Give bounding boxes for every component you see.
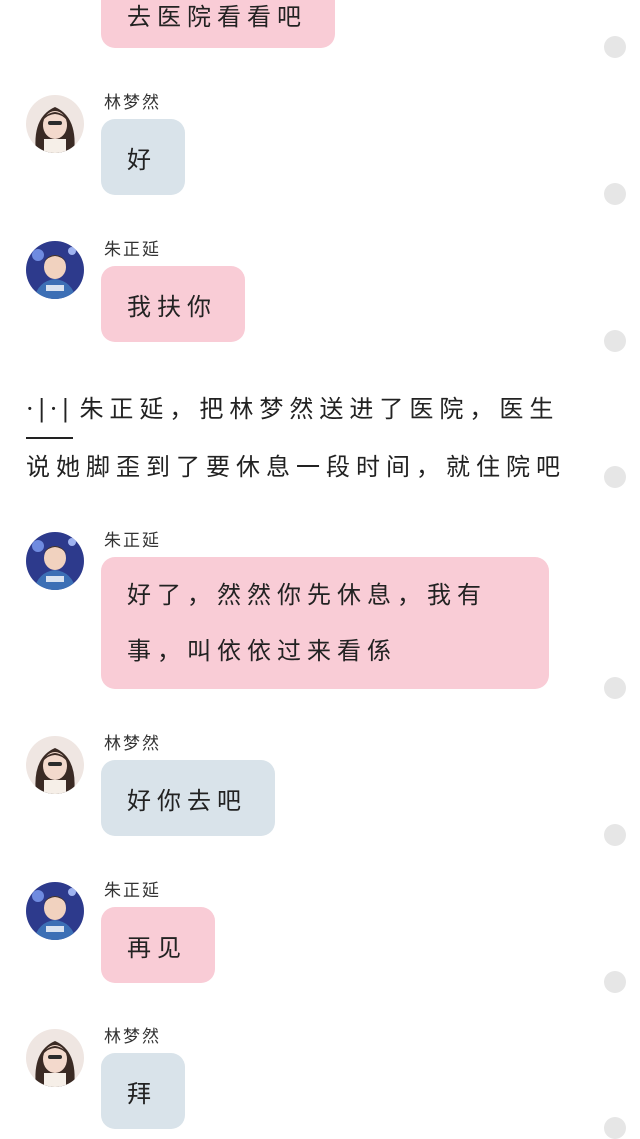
message-text: 去医院看看吧	[127, 2, 307, 31]
message-text: 好	[127, 145, 157, 174]
avatar-linmengran[interactable]	[26, 736, 84, 794]
girl-avatar-icon	[26, 95, 84, 153]
message-bubble[interactable]: 我扶你	[101, 266, 245, 342]
girl-avatar-icon	[26, 736, 84, 794]
message-text: 好你去吧	[127, 786, 247, 815]
status-dot[interactable]	[604, 183, 626, 205]
status-dot[interactable]	[604, 466, 626, 488]
chat-thread: 去医院看看吧 林梦然 好 朱正延 我扶你 ·|·| 朱正延，把林梦然送进了医院，…	[0, 0, 640, 1139]
sender-name: 林梦然	[104, 93, 161, 113]
boy-avatar-icon	[26, 532, 84, 590]
avatar-zhuzhengyan[interactable]	[26, 532, 84, 590]
status-dot[interactable]	[604, 1117, 626, 1139]
avatar-linmengran[interactable]	[26, 1029, 84, 1087]
message-text: 再见	[127, 933, 187, 962]
status-dot[interactable]	[604, 677, 626, 699]
message-bubble[interactable]: 好你去吧	[101, 760, 275, 836]
sender-name: 朱正延	[104, 240, 161, 260]
message-bubble[interactable]: 去医院看看吧	[101, 0, 335, 48]
narration-line1: 朱正延，把林梦然送进了医院，医生	[79, 395, 560, 423]
message-bubble[interactable]: 好	[101, 119, 185, 195]
sender-name: 朱正延	[104, 881, 161, 901]
status-dot[interactable]	[604, 330, 626, 352]
boy-avatar-icon	[26, 882, 84, 940]
message-text-line: 好了，然然你先休息，我有	[127, 581, 487, 609]
message-bubble[interactable]: 再见	[101, 907, 215, 983]
avatar-zhuzhengyan[interactable]	[26, 241, 84, 299]
avatar-linmengran[interactable]	[26, 95, 84, 153]
sender-name: 朱正延	[104, 531, 161, 551]
message-bubble[interactable]: 好了，然然你先休息，我有 事，叫依依过来看係	[101, 557, 549, 689]
narration-line: 说她脚歪到了要休息一段时间，就住院吧	[26, 453, 566, 481]
message-text: 我扶你	[127, 292, 217, 321]
girl-avatar-icon	[26, 1029, 84, 1087]
narration-marks: ·|·|	[26, 381, 74, 439]
status-dot[interactable]	[604, 36, 626, 58]
status-dot[interactable]	[604, 824, 626, 846]
sender-name: 林梦然	[104, 1027, 161, 1047]
message-text: 拜	[127, 1079, 157, 1108]
narration-line: ·|·| 朱正延，把林梦然送进了医院，医生	[26, 381, 606, 439]
avatar-zhuzhengyan[interactable]	[26, 882, 84, 940]
sender-name: 林梦然	[104, 734, 161, 754]
message-bubble[interactable]: 拜	[101, 1053, 185, 1129]
status-dot[interactable]	[604, 971, 626, 993]
boy-avatar-icon	[26, 241, 84, 299]
narration-text: ·|·| 朱正延，把林梦然送进了医院，医生 说她脚歪到了要休息一段时间，就住院吧	[26, 381, 606, 495]
message-text-line: 事，叫依依过来看係	[127, 637, 397, 665]
